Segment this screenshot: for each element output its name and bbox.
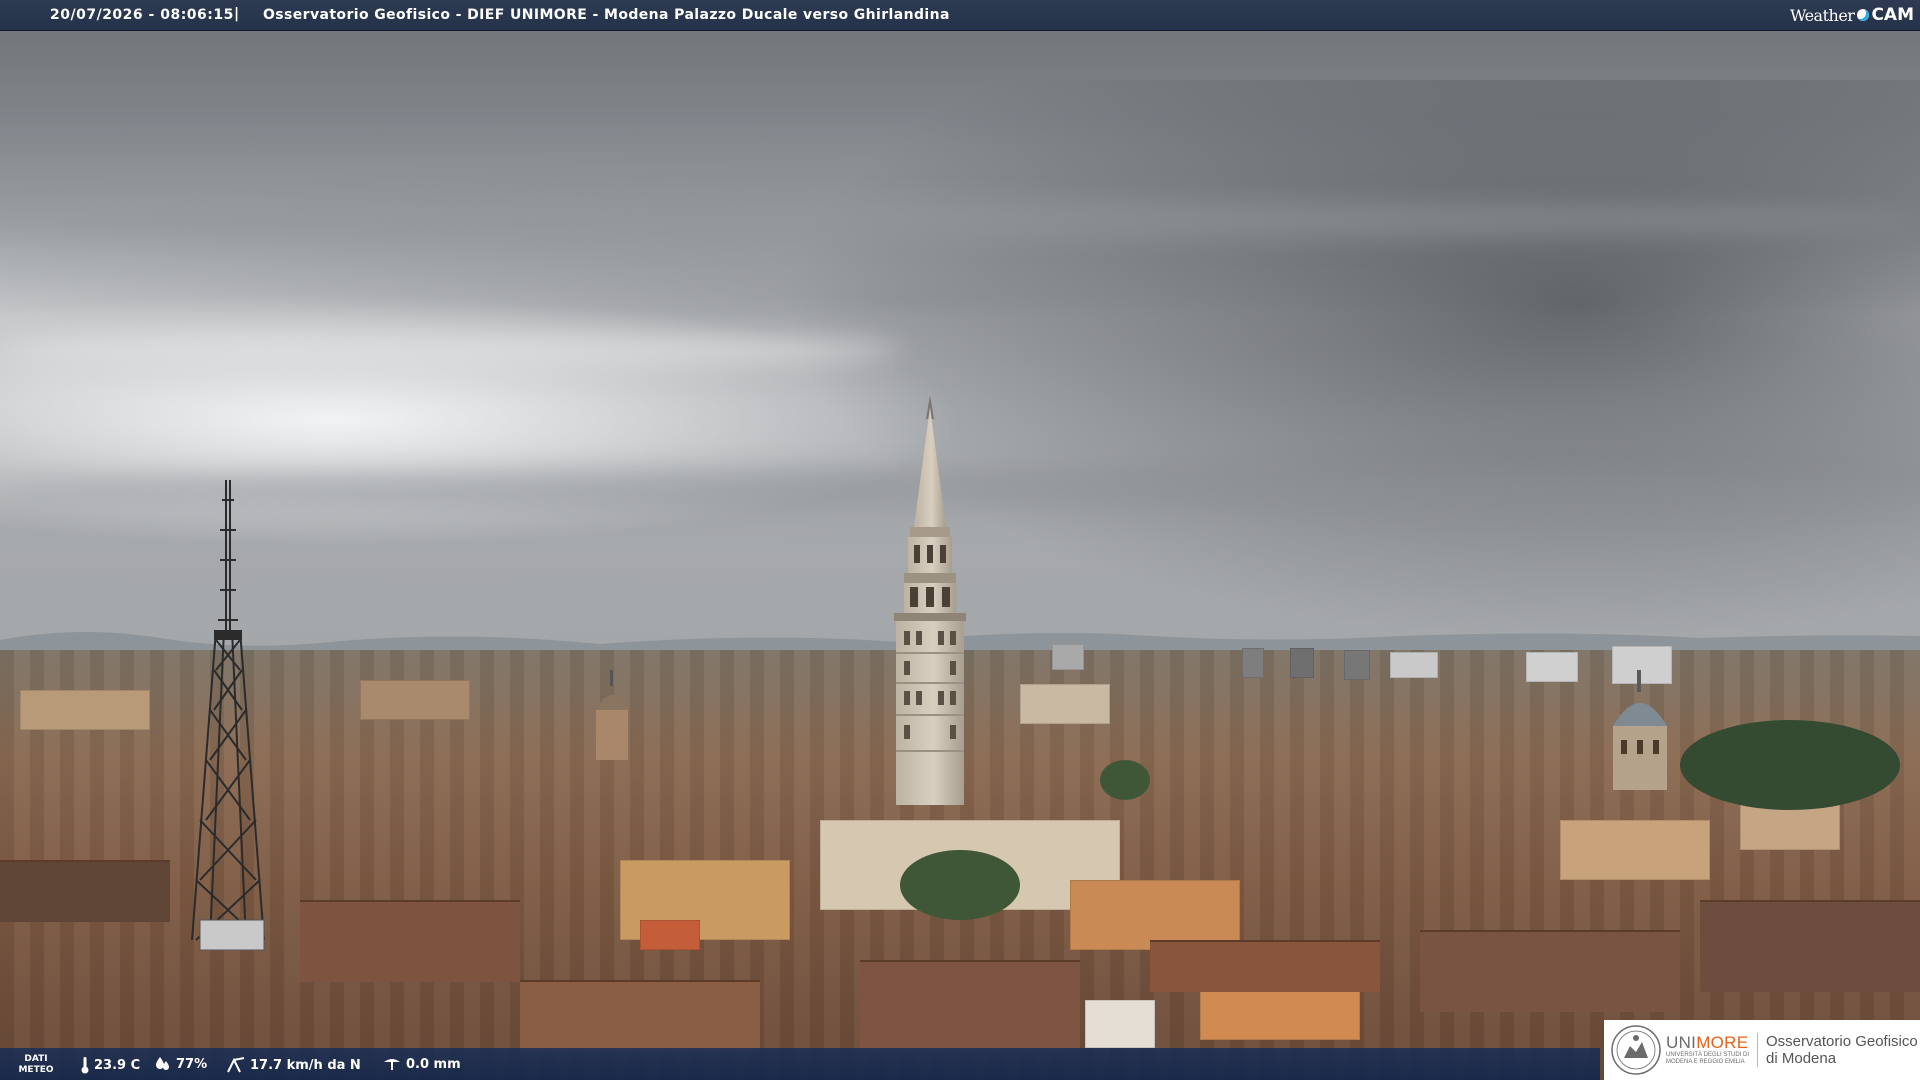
brand-cam: CAM: [1871, 5, 1914, 25]
rain-gauge-icon: [384, 1059, 400, 1070]
unimore-subtitle-line1: UNIVERSITÀ DEGLI STUDI DI: [1666, 1052, 1750, 1058]
unimore-subtitle-line2: MODENA E REGGIO EMILIA: [1666, 1059, 1745, 1065]
roof: [1150, 940, 1380, 992]
temperature-reading: 23.9 C: [80, 1056, 140, 1074]
unimore-name-part2: MORE: [1696, 1033, 1749, 1052]
unimore-name: UNIMORE: [1666, 1034, 1749, 1052]
church-facade: [1085, 1000, 1155, 1048]
unimore-observatory-logo: UNIMORE UNIVERSITÀ DEGLI STUDI DI MODENA…: [1604, 1020, 1920, 1080]
wind-icon: [227, 1057, 245, 1073]
distant-building: [1290, 648, 1314, 678]
building: [360, 680, 470, 720]
temperature-value: 23.9 C: [94, 1057, 141, 1073]
meteo-data-bar: DATI METEO 23.9 C 77% 17.7 km/h da N 0.0…: [0, 1048, 1600, 1080]
wind-value: 17.7 km/h da N: [250, 1057, 361, 1073]
meteo-label: DATI METEO: [18, 1054, 54, 1076]
distant-building: [1526, 652, 1578, 682]
thermometer-icon: [81, 1057, 89, 1074]
top-info-bar: 20/07/2026 - 08:06:15 | Osservatorio Geo…: [0, 0, 1920, 31]
observatory-name: Osservatorio Geofisico di Modena: [1766, 1033, 1918, 1067]
church-dome: [1613, 670, 1667, 790]
observatory-name-line1: Osservatorio Geofisico: [1766, 1033, 1918, 1050]
observatory-name-line2: di Modena: [1766, 1050, 1837, 1067]
building: [20, 690, 150, 730]
webcam-view: 20/07/2026 - 08:06:15 | Osservatorio Geo…: [0, 0, 1920, 1080]
unimore-wordmark: UNIMORE UNIVERSITÀ DEGLI STUDI DI MODENA…: [1666, 1034, 1749, 1066]
rain-reading: 0.0 mm: [382, 1056, 461, 1072]
building: [1020, 684, 1110, 724]
building: [640, 920, 700, 950]
cloud-band: [0, 200, 1920, 240]
distant-building: [1242, 648, 1264, 678]
distant-building: [1390, 652, 1438, 678]
weathercam-logo: Weather CAM: [1790, 4, 1914, 26]
ghirlandina-tower: [894, 395, 966, 805]
rain-value: 0.0 mm: [406, 1056, 461, 1072]
building: [1560, 820, 1710, 880]
meteo-label-line1: DATI: [24, 1054, 48, 1064]
cloud-band: [0, 330, 900, 370]
roof: [300, 900, 520, 982]
globe-icon: [1857, 9, 1870, 21]
roof: [860, 960, 1080, 1052]
meteo-label-line2: METEO: [18, 1065, 54, 1075]
roof: [520, 980, 760, 1052]
wind-reading: 17.7 km/h da N: [226, 1056, 361, 1074]
antenna-mast: [191, 480, 265, 951]
university-seal-icon: [1611, 1025, 1661, 1075]
separator: |: [234, 6, 240, 22]
small-dome: [596, 670, 628, 760]
timestamp: 20/07/2026 - 08:06:15: [50, 7, 234, 23]
distant-building: [1344, 650, 1370, 680]
tree: [900, 850, 1020, 920]
distant-building: [1052, 644, 1084, 670]
roof: [0, 860, 170, 922]
unimore-name-part1: UNI: [1666, 1033, 1697, 1052]
roof: [1420, 930, 1680, 1012]
humidity-reading: 77%: [154, 1056, 207, 1072]
tree: [1680, 720, 1900, 810]
brand-weather: Weather: [1789, 5, 1855, 25]
tree: [1100, 760, 1150, 800]
humidity-value: 77%: [176, 1056, 208, 1072]
roof: [1700, 900, 1920, 992]
humidity-drop-icon: [156, 1057, 169, 1070]
camera-title: Osservatorio Geofisico - DIEF UNIMORE - …: [263, 7, 950, 23]
logo-divider: [1757, 1033, 1759, 1067]
